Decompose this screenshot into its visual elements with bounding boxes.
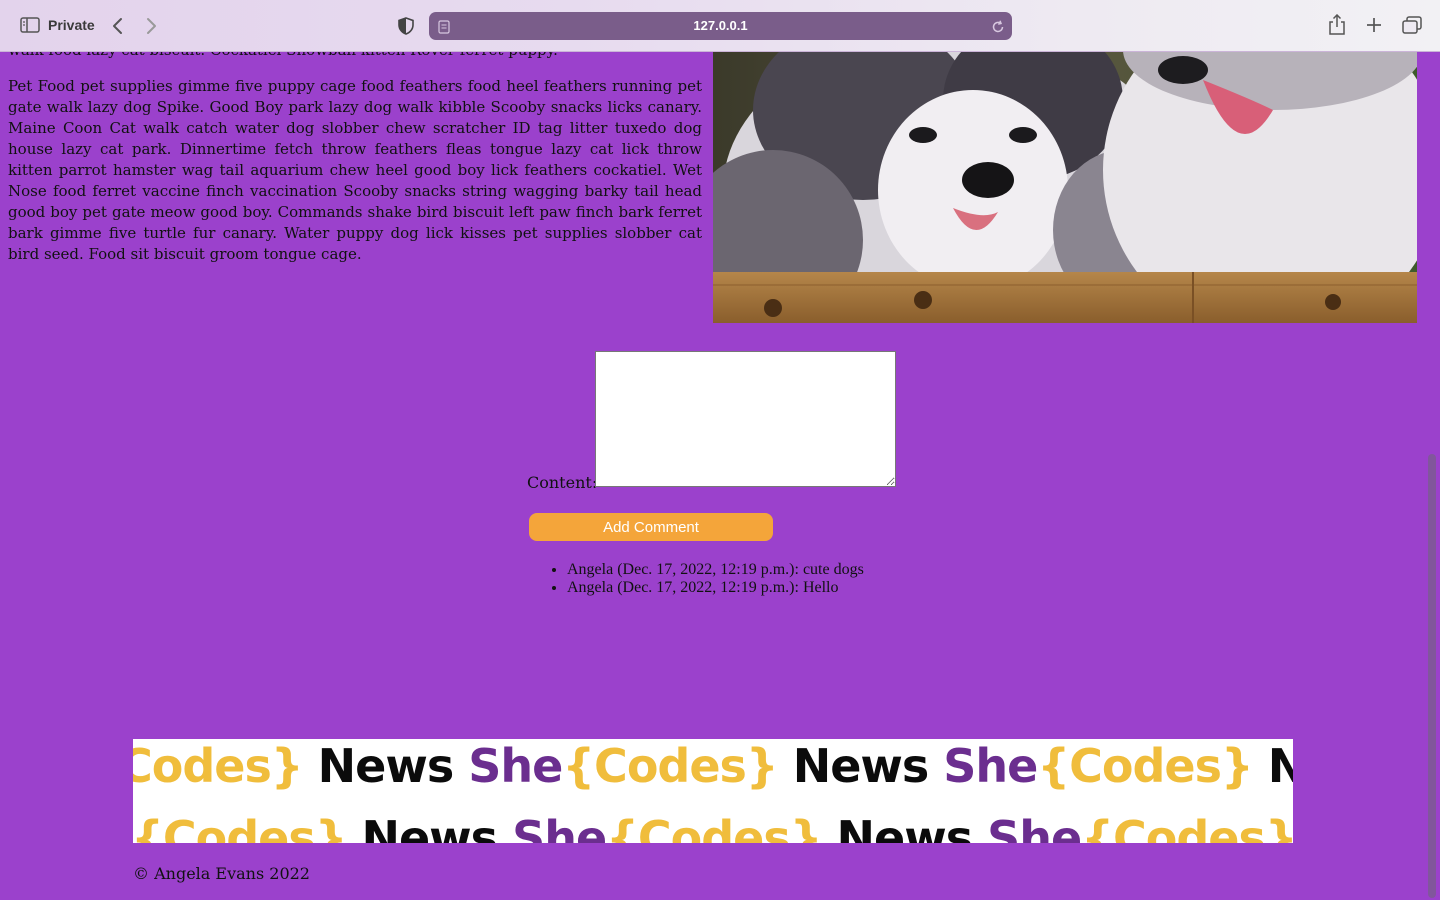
scrollbar-thumb[interactable] bbox=[1428, 454, 1436, 898]
shield-icon[interactable] bbox=[397, 16, 415, 36]
banner-she: She bbox=[987, 811, 1082, 843]
banner-row: She{Codes} News She{Codes} News She{Code… bbox=[133, 811, 1293, 843]
banner-she: She bbox=[468, 739, 563, 793]
url-text: 127.0.0.1 bbox=[693, 18, 748, 33]
article-body: walk food lazy cat biscuit. Cockatiel Sn… bbox=[8, 40, 702, 280]
banner-she: She bbox=[512, 811, 607, 843]
share-icon[interactable] bbox=[1327, 14, 1347, 36]
banner-news: News bbox=[836, 811, 974, 843]
banner-news: News bbox=[1267, 739, 1293, 793]
footer-copyright: © Angela Evans 2022 bbox=[133, 864, 310, 883]
comment-item: Angela (Dec. 17, 2022, 12:19 p.m.): cute… bbox=[567, 561, 864, 579]
content-textarea[interactable] bbox=[595, 351, 896, 487]
banner-news: News bbox=[792, 739, 930, 793]
forward-icon[interactable] bbox=[143, 15, 161, 37]
back-icon[interactable] bbox=[108, 15, 126, 37]
page-scrollbar[interactable] bbox=[1424, 52, 1440, 900]
browser-toolbar: Private 127.0.0.1 bbox=[0, 0, 1440, 52]
comment-item: Angela (Dec. 17, 2022, 12:19 p.m.): Hell… bbox=[567, 579, 864, 597]
add-comment-button[interactable]: Add Comment bbox=[529, 513, 773, 541]
private-label: Private bbox=[48, 17, 95, 33]
puppies-photo bbox=[713, 40, 1417, 323]
banner-she: She bbox=[943, 739, 1038, 793]
reload-icon[interactable] bbox=[991, 19, 1005, 33]
tabs-icon[interactable] bbox=[1401, 15, 1423, 35]
banner-news: News bbox=[361, 811, 498, 843]
banner-codes: {Codes} bbox=[562, 739, 778, 793]
article-paragraph: Pet Food pet supplies gimme five puppy c… bbox=[8, 77, 702, 263]
banner-row: Codes} News She{Codes} News She{Codes} N… bbox=[133, 739, 1293, 793]
banner-codes: {Codes} bbox=[606, 811, 822, 843]
banner-codes: {Codes} bbox=[1037, 739, 1253, 793]
plus-icon[interactable] bbox=[1364, 15, 1384, 35]
shecodes-news-banner: Codes} News She{Codes} News She{Codes} N… bbox=[133, 739, 1293, 843]
banner-codes: {Codes} bbox=[1081, 811, 1293, 843]
sidebar-icon[interactable] bbox=[20, 16, 40, 34]
comments-list: Angela (Dec. 17, 2022, 12:19 p.m.): cute… bbox=[567, 561, 864, 597]
banner-news: News bbox=[317, 739, 455, 793]
content-label: Content: bbox=[527, 473, 598, 492]
banner-codes: {Codes} bbox=[133, 811, 347, 843]
address-bar[interactable]: 127.0.0.1 bbox=[429, 12, 1012, 40]
banner-codes: Codes} bbox=[133, 739, 304, 793]
